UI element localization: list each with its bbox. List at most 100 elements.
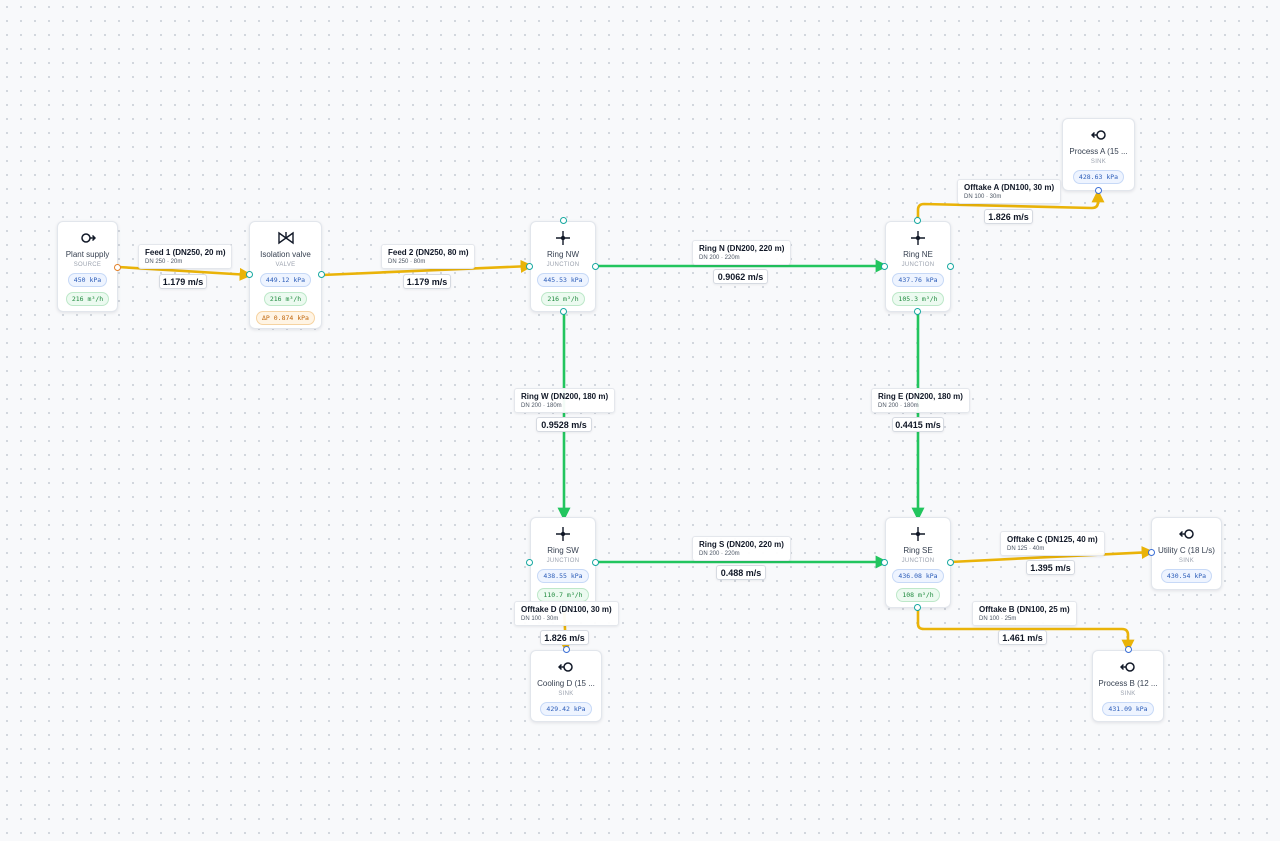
node-type: SINK: [558, 691, 574, 697]
node-type: SINK: [1090, 159, 1107, 165]
junction-icon: [554, 229, 572, 247]
flow-badge: 110.7 m³/h: [537, 588, 589, 602]
handle-ring-ne-left[interactable]: [881, 263, 888, 270]
velocity-label-feed1: 1.179 m/s: [159, 274, 207, 289]
handle-utility-c-in[interactable]: [1148, 549, 1155, 556]
node-process-b[interactable]: Process B (12 ... SINK 431.09 kPa: [1092, 650, 1164, 722]
handle-process-b-in[interactable]: [1125, 646, 1132, 653]
edge-label-ring-w[interactable]: Ring W (DN200, 180 m) DN 200 · 180m: [514, 388, 616, 413]
node-name: Ring SW: [547, 546, 579, 555]
valve-icon: [277, 229, 295, 247]
velocity-label-offtake-a: 1.826 m/s: [984, 209, 1033, 224]
source-icon: [79, 229, 97, 247]
flow-badge: 216 m³/h: [541, 292, 585, 306]
node-name: Process B (12 ...: [1098, 679, 1158, 688]
node-type: SINK: [1120, 691, 1136, 697]
handle-ring-ne-top[interactable]: [914, 217, 921, 224]
handle-ring-se-right[interactable]: [947, 559, 954, 566]
node-name: Ring NW: [546, 250, 579, 259]
flow-badge: 108 m³/h: [896, 588, 940, 602]
junction-icon: [909, 229, 927, 247]
node-isolation-valve[interactable]: Isolation valve VALVE 449.12 kPa 216 m³/…: [249, 221, 322, 329]
sink-icon: [1119, 658, 1137, 676]
handle-isolation-valve-out[interactable]: [318, 271, 325, 278]
pressure-badge: 436.08 kPa: [892, 569, 944, 583]
node-process-a[interactable]: Process A (15 ... SINK 428.63 kPa: [1062, 118, 1135, 191]
pressure-badge: 449.12 kPa: [259, 273, 312, 287]
edge-spec: DN 200 · 180m: [878, 403, 919, 409]
handle-ring-nw-top[interactable]: [560, 217, 567, 224]
edge-label-offtake-d[interactable]: Offtake D (DN100, 30 m) DN 100 · 30m: [514, 601, 619, 626]
node-name: Isolation valve: [260, 250, 311, 259]
junction-icon: [909, 525, 927, 543]
edge-title: Feed 1 (DN250, 20 m): [145, 248, 226, 257]
junction-icon: [554, 525, 572, 543]
handle-plant-supply-out[interactable]: [114, 264, 121, 271]
node-type: JUNCTION: [546, 262, 580, 268]
node-name: Utility C (18 L/s): [1158, 546, 1215, 555]
pressure-badge: 445.53 kPa: [537, 273, 589, 287]
pressure-badge: 430.54 kPa: [1160, 569, 1213, 583]
handle-ring-sw-left[interactable]: [526, 559, 533, 566]
handle-ring-se-bottom[interactable]: [914, 604, 921, 611]
node-plant-supply[interactable]: Plant supply SOURCE 450 kPa 216 m³/h: [57, 221, 118, 312]
velocity-label-offtake-d: 1.826 m/s: [540, 630, 589, 645]
handle-isolation-valve-in[interactable]: [246, 271, 253, 278]
edge-label-feed2[interactable]: Feed 2 (DN250, 80 m) DN 250 · 80m: [381, 244, 476, 269]
node-utility-c[interactable]: Utility C (18 L/s) SINK 430.54 kPa: [1151, 517, 1222, 590]
edge-spec: DN 100 · 30m: [521, 616, 559, 622]
network-canvas[interactable]: Plant supply SOURCE 450 kPa 216 m³/h Iso…: [0, 0, 1280, 841]
edge-spec: DN 200 · 220m: [699, 551, 740, 557]
edge-title: Offtake B (DN100, 25 m): [979, 605, 1070, 614]
edge-label-ring-n[interactable]: Ring N (DN200, 220 m) DN 200 · 220m: [692, 240, 792, 265]
edge-label-offtake-b[interactable]: Offtake B (DN100, 25 m) DN 100 · 25m: [972, 601, 1077, 626]
pressure-badge: 450 kPa: [67, 273, 108, 287]
edge-spec: DN 100 · 25m: [979, 616, 1017, 622]
edge-spec: DN 250 · 80m: [388, 259, 426, 265]
handle-process-a-in[interactable]: [1095, 187, 1102, 194]
edge-title: Offtake A (DN100, 30 m): [964, 183, 1055, 192]
node-ring-ne[interactable]: Ring NE JUNCTION 437.76 kPa 105.3 m³/h: [885, 221, 951, 312]
edge-label-offtake-a[interactable]: Offtake A (DN100, 30 m) DN 100 · 30m: [957, 179, 1062, 204]
handle-ring-ne-right[interactable]: [947, 263, 954, 270]
handle-cooling-d-in[interactable]: [563, 646, 570, 653]
node-cooling-d[interactable]: Cooling D (15 ... SINK 429.42 kPa: [530, 650, 602, 722]
edge-label-ring-s[interactable]: Ring S (DN200, 220 m) DN 200 · 220m: [692, 536, 791, 561]
flow-badge: 216 m³/h: [65, 292, 110, 306]
velocity-label-ring-e: 0.4415 m/s: [892, 417, 944, 432]
handle-ring-nw-bottom[interactable]: [560, 308, 567, 315]
velocity-label-offtake-c: 1.395 m/s: [1026, 560, 1075, 575]
handle-ring-se-left[interactable]: [881, 559, 888, 566]
edge-label-feed1[interactable]: Feed 1 (DN250, 20 m) DN 250 · 20m: [138, 244, 233, 269]
node-type: JUNCTION: [901, 558, 935, 564]
edge-title: Feed 2 (DN250, 80 m): [388, 248, 469, 257]
edge-spec: DN 125 · 40m: [1007, 546, 1045, 552]
handle-ring-sw-right[interactable]: [592, 559, 599, 566]
velocity-label-feed2: 1.179 m/s: [403, 274, 451, 289]
edge-spec: DN 200 · 180m: [521, 403, 562, 409]
edge-spec: DN 100 · 30m: [964, 194, 1002, 200]
pressure-badge: 431.09 kPa: [1102, 702, 1154, 716]
velocity-label-ring-w: 0.9528 m/s: [536, 417, 592, 432]
pressure-badge: 438.55 kPa: [537, 569, 589, 583]
sink-icon: [1178, 525, 1196, 543]
handle-ring-nw-right[interactable]: [592, 263, 599, 270]
node-type: VALVE: [275, 262, 296, 268]
edge-title: Offtake D (DN100, 30 m): [521, 605, 612, 614]
velocity-label-offtake-b: 1.461 m/s: [998, 630, 1047, 645]
node-name: Plant supply: [65, 250, 110, 259]
node-type: SOURCE: [73, 262, 102, 268]
node-name: Ring NE: [903, 250, 933, 259]
flow-badge: 105.3 m³/h: [892, 292, 944, 306]
handle-ring-nw-left[interactable]: [526, 263, 533, 270]
handle-ring-ne-bottom[interactable]: [914, 308, 921, 315]
velocity-label-ring-n: 0.9062 m/s: [713, 269, 768, 284]
edge-label-offtake-c[interactable]: Offtake C (DN125, 40 m) DN 125 · 40m: [1000, 531, 1105, 556]
edge-title: Ring N (DN200, 220 m): [699, 244, 785, 253]
edge-label-ring-e[interactable]: Ring E (DN200, 180 m) DN 200 · 180m: [871, 388, 970, 413]
node-name: Ring SE: [903, 546, 933, 555]
node-ring-se[interactable]: Ring SE JUNCTION 436.08 kPa 108 m³/h: [885, 517, 951, 608]
sink-icon: [557, 658, 575, 676]
node-ring-nw[interactable]: Ring NW JUNCTION 445.53 kPa 216 m³/h: [530, 221, 596, 312]
node-ring-sw[interactable]: Ring SW JUNCTION 438.55 kPa 110.7 m³/h: [530, 517, 596, 608]
